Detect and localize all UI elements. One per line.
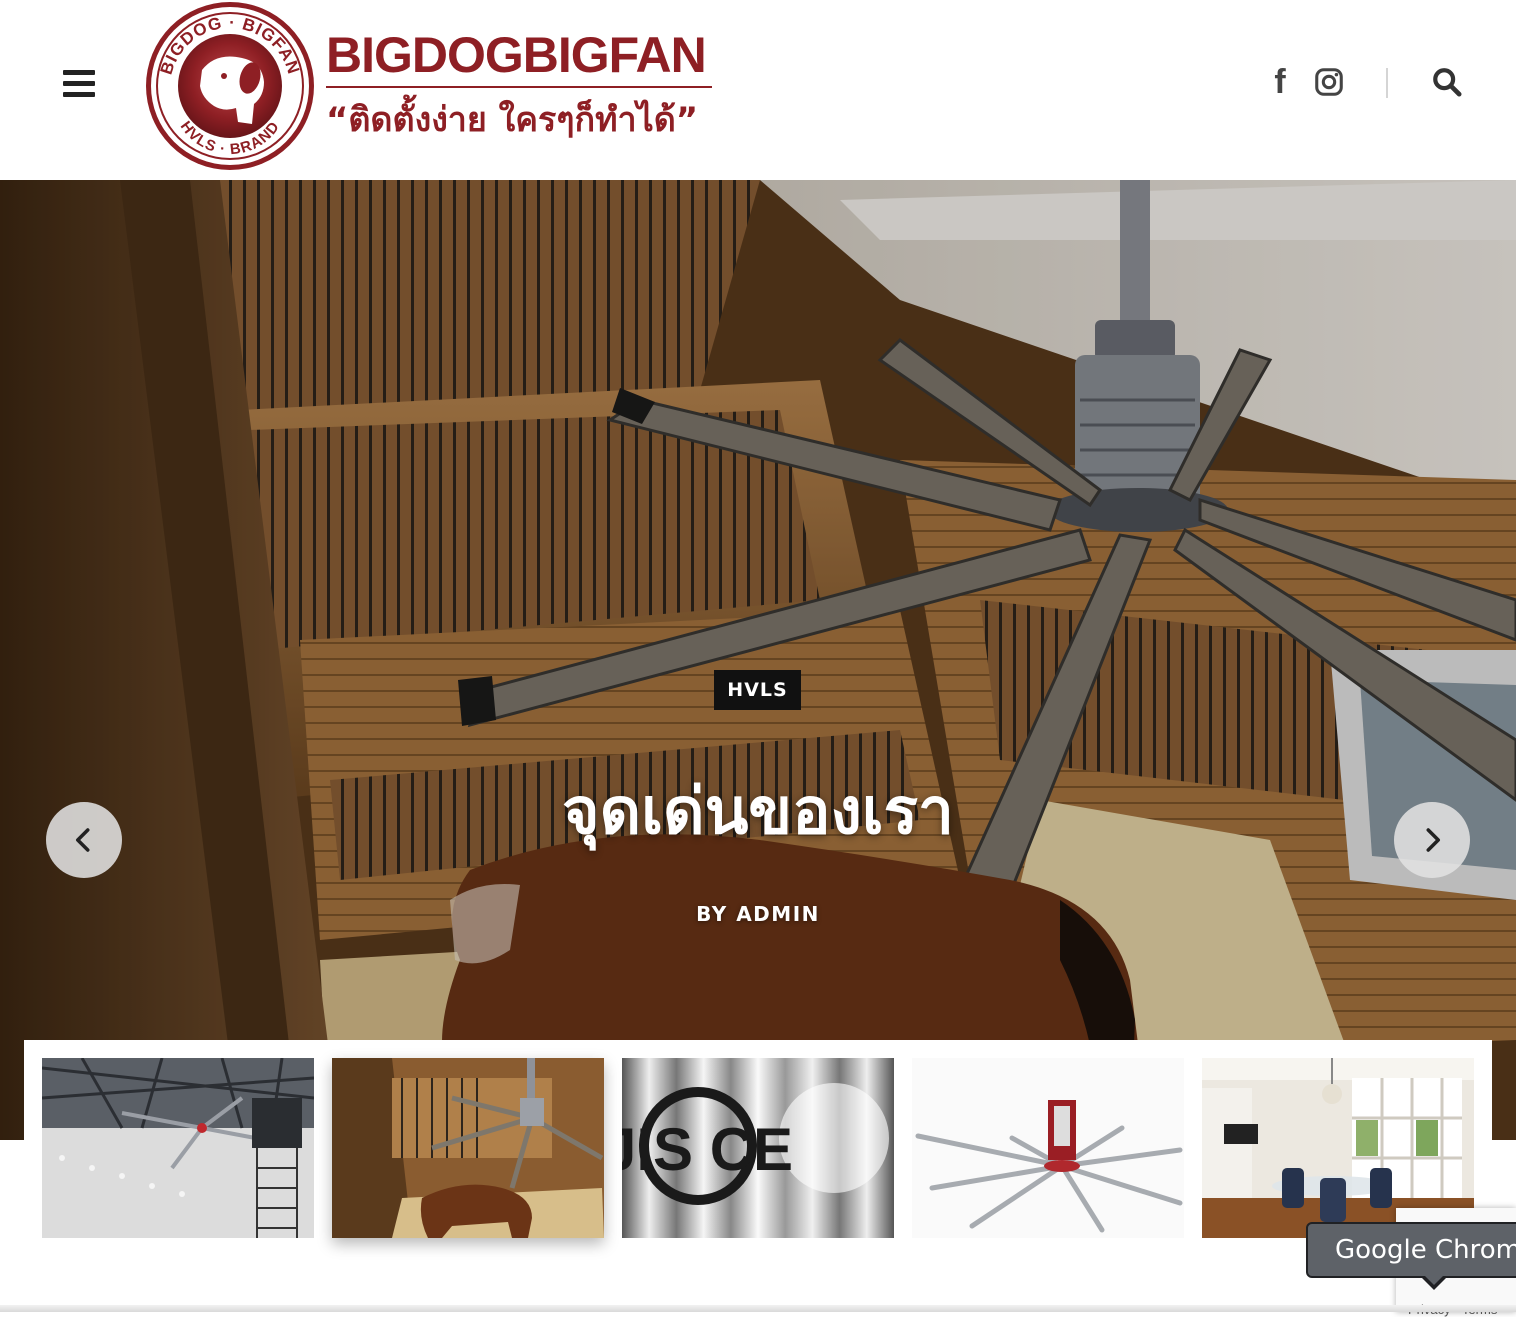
site-logo[interactable]: BIGDOG · BIGFAN HVLS · BRAND BIGDOGBIGFA… — [140, 0, 720, 175]
post-category-badge[interactable]: HVLS — [714, 670, 801, 710]
slider-prev-button[interactable] — [46, 802, 122, 878]
thumbnail-jis-ce-certification[interactable]: JIS CE — [622, 1058, 894, 1238]
site-header: BIGDOG · BIGFAN HVLS · BRAND BIGDOGBIGFA… — [0, 0, 1516, 180]
logo-divider — [326, 86, 712, 88]
tooltip-tail — [1420, 1274, 1448, 1290]
thumbnail-fan-product[interactable] — [912, 1058, 1184, 1238]
chevron-left-icon — [76, 828, 90, 852]
thumbnail-warehouse-fan[interactable] — [42, 1058, 314, 1238]
menu-icon[interactable] — [63, 70, 95, 98]
facebook-icon[interactable]: f — [1266, 63, 1294, 101]
slider-thumbnails: JIS CE — [24, 1040, 1492, 1270]
search-icon[interactable] — [1430, 64, 1464, 100]
header-divider — [1386, 68, 1388, 98]
hero-slider[interactable]: HVLS จุดเด่นของเรา BY ADMIN — [0, 180, 1516, 1140]
post-author: BY ADMIN — [696, 902, 820, 926]
jis-mark-text: JIS CE — [622, 1116, 793, 1183]
post-title[interactable]: จุดเด่นของเรา — [0, 760, 1516, 862]
browser-tooltip: Google Chrome — [1306, 1222, 1516, 1278]
logo-seal: BIGDOG · BIGFAN HVLS · BRAND — [146, 2, 314, 170]
slider-next-button[interactable] — [1394, 802, 1470, 878]
bottom-edge — [0, 1305, 1516, 1312]
hero-image — [0, 180, 1516, 1140]
instagram-icon[interactable] — [1313, 64, 1345, 100]
logo-tagline: “ติดตั้งง่าย ใครๆก็ทำได้” — [326, 100, 699, 140]
logo-brand-name: BIGDOGBIGFAN — [326, 27, 707, 83]
chevron-right-icon — [1426, 828, 1440, 852]
thumbnail-horse-stable-fan[interactable] — [332, 1058, 604, 1238]
